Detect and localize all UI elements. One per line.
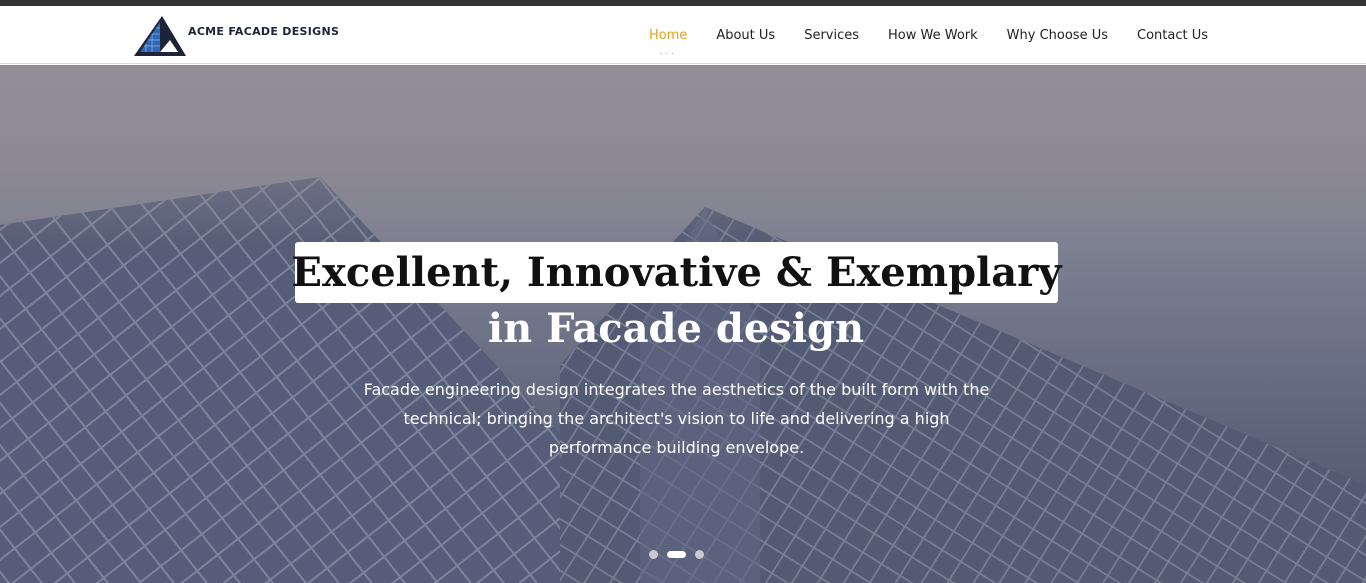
brand-name: ACME FACADE DESIGNS bbox=[188, 24, 340, 38]
nav-item-home[interactable]: Home ... bbox=[648, 27, 688, 57]
nav-item-why-choose-us[interactable]: Why Choose Us bbox=[1007, 28, 1108, 43]
nav-item-how-we-work[interactable]: How We Work bbox=[888, 28, 978, 43]
active-indicator-dots: ... bbox=[659, 46, 677, 57]
hero-slider: Excellent, Innovative & Exemplary in Fac… bbox=[0, 65, 1366, 583]
nav-item-label: How We Work bbox=[888, 27, 978, 43]
nav-item-services[interactable]: Services bbox=[804, 28, 859, 43]
nav-item-label: Contact Us bbox=[1137, 27, 1208, 43]
site-logo[interactable]: ACME FACADE DESIGNS bbox=[130, 12, 339, 58]
triangle-facade-logo-icon bbox=[134, 16, 186, 56]
hero-description: Facade engineering design integrates the… bbox=[363, 380, 990, 457]
slide-dot-1[interactable] bbox=[649, 550, 658, 559]
nav-item-label: Home bbox=[648, 27, 688, 43]
site-header: ACME FACADE DESIGNS Home ... About Us Se… bbox=[0, 6, 1366, 64]
hero-title-box: Excellent, Innovative & Exemplary bbox=[292, 242, 1061, 303]
slide-dot-2-active[interactable] bbox=[667, 551, 686, 558]
nav-item-label: Why Choose Us bbox=[1006, 27, 1108, 43]
slider-pagination bbox=[649, 550, 713, 559]
nav-item-contact-us[interactable]: Contact Us bbox=[1137, 28, 1208, 43]
nav-item-label: Services bbox=[804, 27, 860, 43]
slide-dot-3[interactable] bbox=[695, 550, 704, 559]
hero-title: Excellent, Innovative & Exemplary bbox=[291, 249, 1062, 296]
hero-subtitle: in Facade design bbox=[487, 305, 865, 352]
nav-item-label: About Us bbox=[716, 27, 776, 43]
main-nav: Home ... About Us Services How We Work W… bbox=[620, 6, 1208, 64]
nav-item-about-us[interactable]: About Us bbox=[716, 28, 775, 43]
